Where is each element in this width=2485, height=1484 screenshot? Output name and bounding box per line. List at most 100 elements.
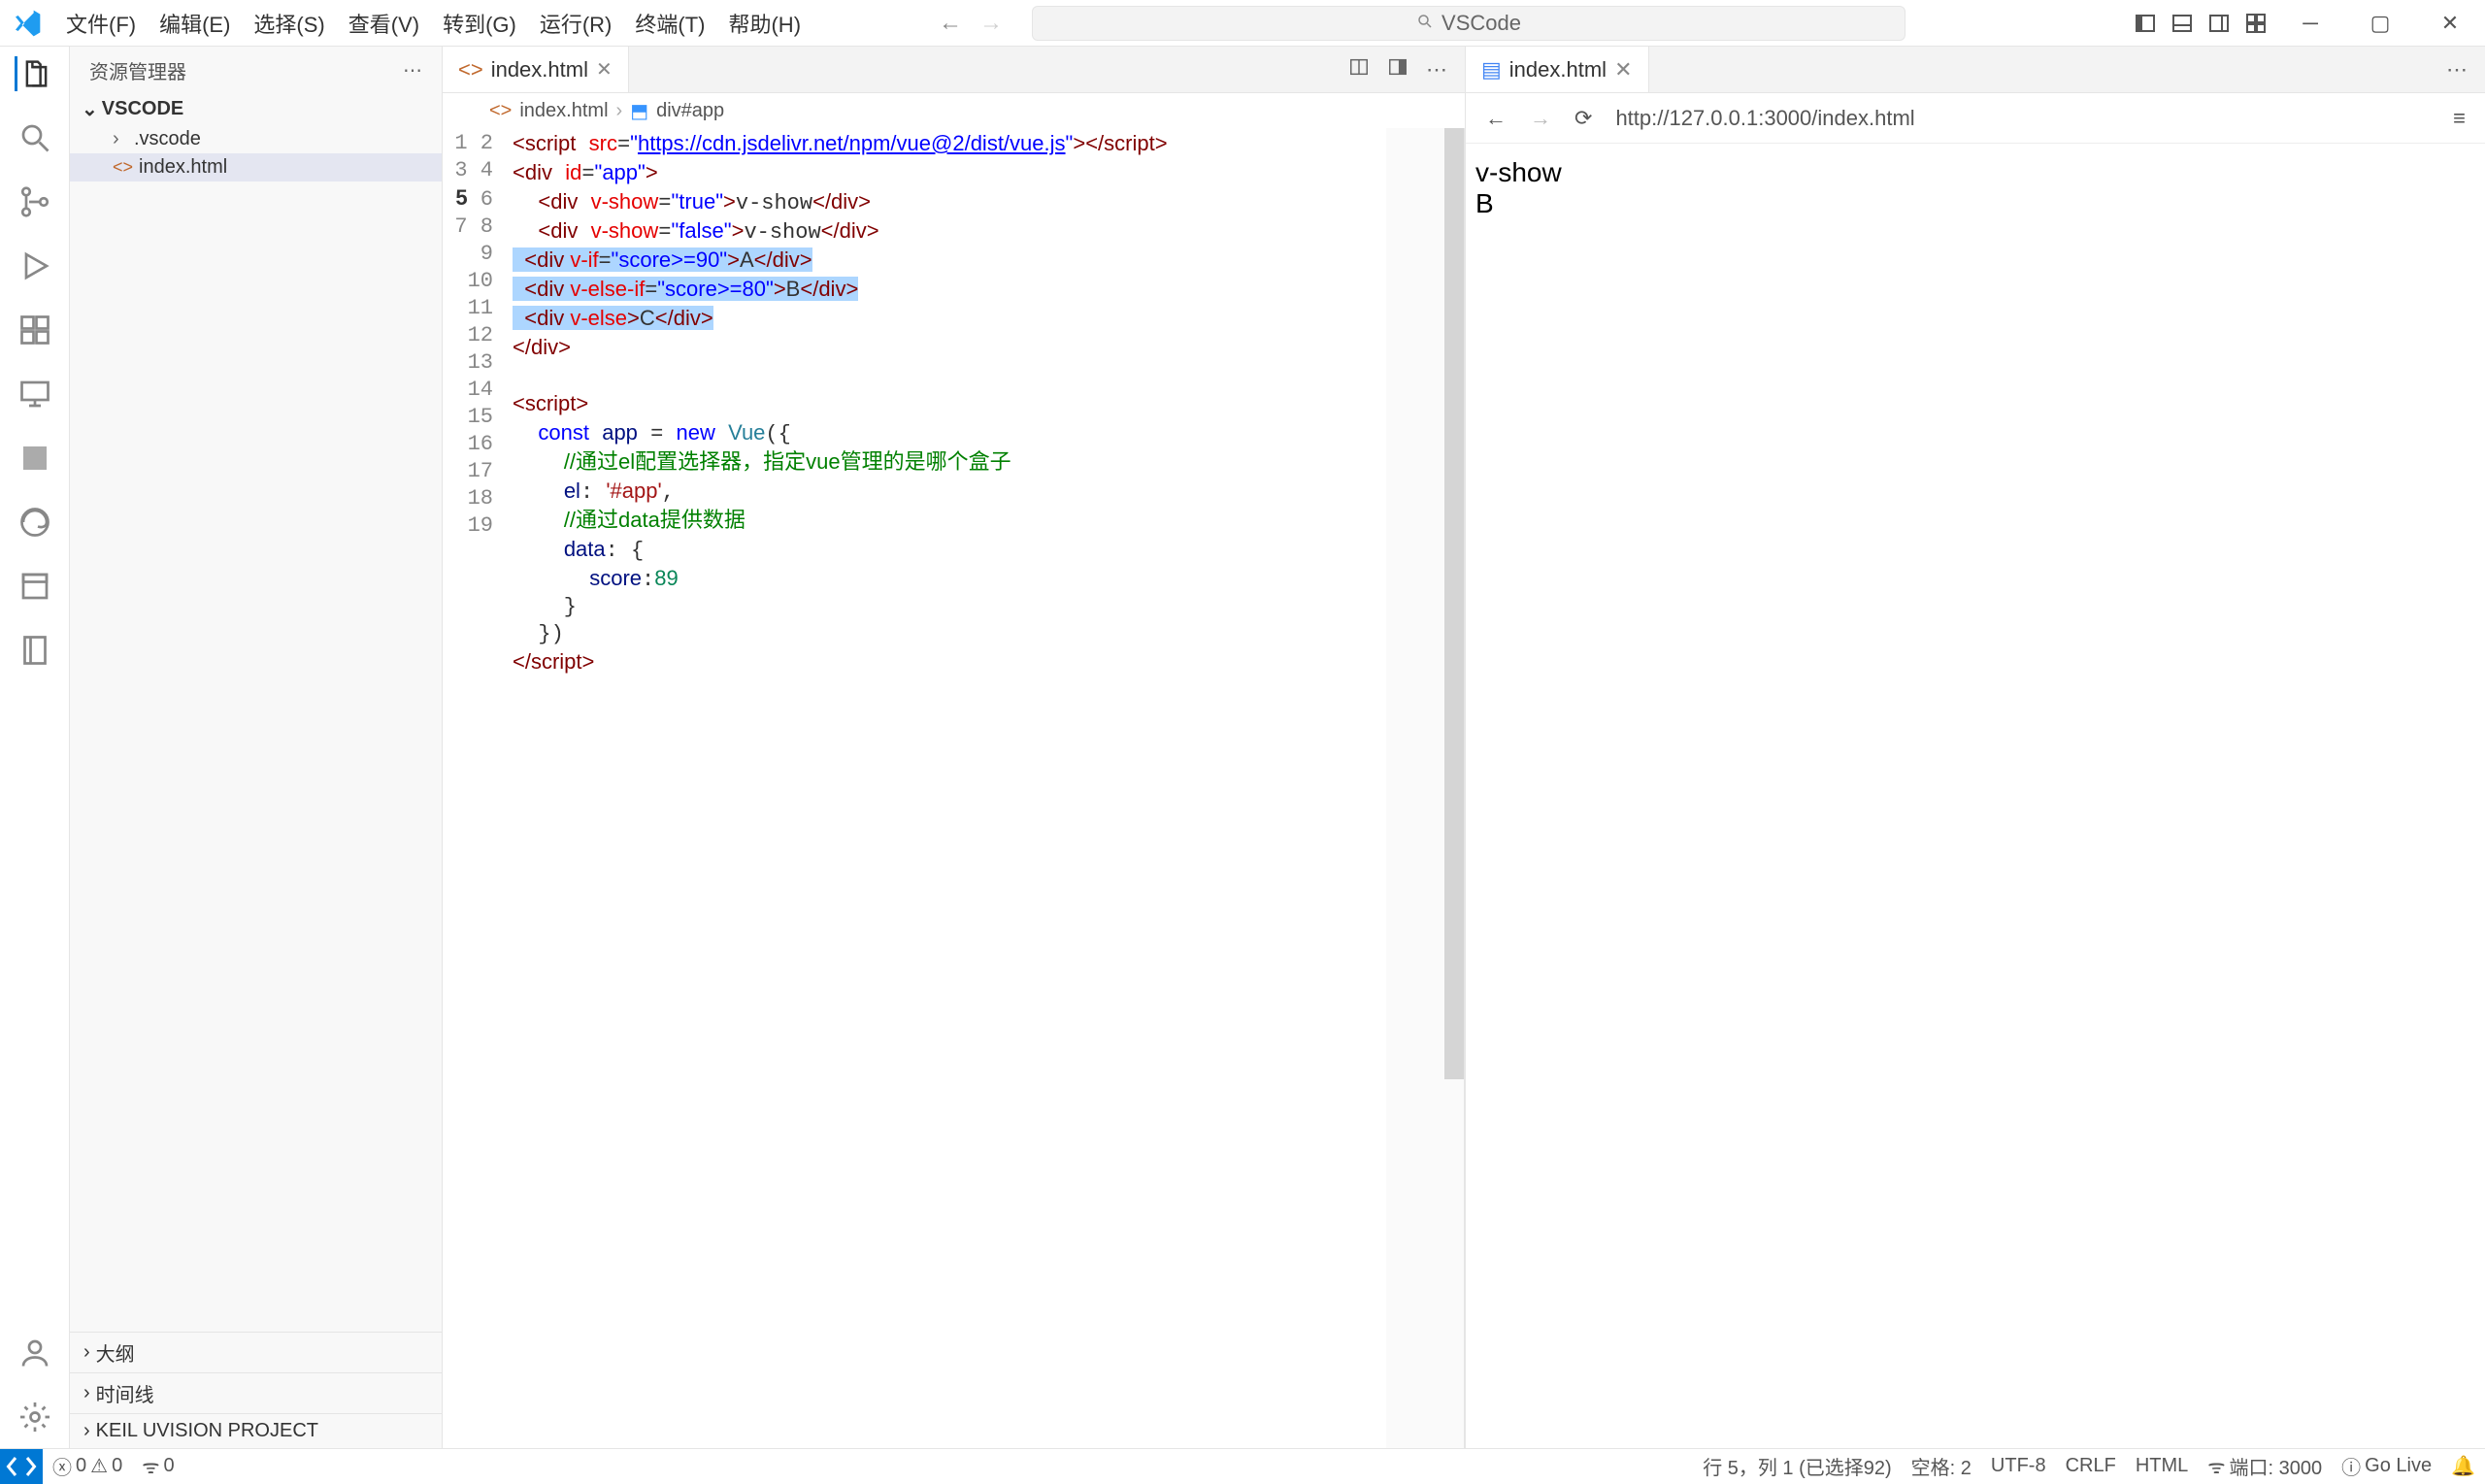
breadcrumb-symbol: div#app: [656, 100, 724, 122]
toggle-panel-icon[interactable]: [2170, 12, 2194, 35]
html-file-icon: <>: [489, 100, 512, 122]
tree-item-label: index.html: [139, 156, 227, 179]
menu-edit[interactable]: 编辑(E): [148, 8, 242, 39]
menu-file[interactable]: 文件(F): [54, 8, 148, 39]
command-center-search[interactable]: VSCode: [1032, 6, 1905, 41]
chevron-right-icon: ›: [83, 1341, 90, 1364]
remote-indicator[interactable]: [0, 1449, 43, 1484]
extensions-icon[interactable]: [17, 313, 52, 347]
preview-tab-index[interactable]: ▤ index.html ✕: [1466, 47, 1649, 92]
status-eol[interactable]: CRLF: [2056, 1455, 2126, 1477]
status-problems[interactable]: ⓧ0 ⚠0: [43, 1452, 132, 1480]
preview-line: v-show: [1475, 157, 2475, 188]
chevron-down-icon: ⌄: [82, 97, 98, 121]
symbol-icon: ⬒: [630, 99, 648, 123]
chevron-right-icon: ›: [616, 100, 623, 122]
settings-gear-icon[interactable]: [17, 1400, 52, 1435]
chevron-right-icon: ›: [83, 1420, 90, 1442]
preview-icon: ▤: [1481, 57, 1502, 82]
timeline-section[interactable]: ›时间线: [70, 1372, 442, 1413]
remote-explorer-icon[interactable]: [17, 377, 52, 412]
menu-bar: 文件(F) 编辑(E) 选择(S) 查看(V) 转到(G) 运行(R) 终端(T…: [54, 8, 812, 39]
warning-icon: ⚠: [90, 1454, 108, 1478]
status-notifications-icon[interactable]: 🔔: [2441, 1454, 2485, 1478]
preview-content: v-show B: [1466, 144, 2485, 233]
error-icon: ⓧ: [52, 1452, 72, 1480]
code-editor[interactable]: <script src="https://cdn.jsdelivr.net/np…: [513, 128, 1464, 1448]
html-file-icon: <>: [113, 157, 133, 178]
edge-icon[interactable]: [17, 505, 52, 540]
breadcrumb-file: index.html: [519, 100, 608, 122]
menu-run[interactable]: 运行(R): [528, 8, 624, 39]
status-ports[interactable]: ᯤ0: [132, 1453, 183, 1479]
run-debug-icon[interactable]: [17, 248, 52, 283]
customize-layout-icon[interactable]: [2244, 12, 2268, 35]
breadcrumb[interactable]: <> index.html › ⬒ div#app: [443, 93, 1465, 128]
explorer-icon[interactable]: [15, 56, 52, 91]
radio-tower-icon: ᯤ: [142, 1453, 159, 1479]
menu-selection[interactable]: 选择(S): [242, 8, 336, 39]
keil-section[interactable]: ›KEIL UVISION PROJECT: [70, 1413, 442, 1448]
preview-line: B: [1475, 188, 2475, 219]
chevron-right-icon: ›: [83, 1382, 90, 1404]
status-golive[interactable]: ⓘGo Live: [2332, 1452, 2441, 1480]
menu-terminal[interactable]: 终端(T): [623, 8, 716, 39]
status-cursor[interactable]: 行 5，列 1 (已选择92): [1693, 1452, 1901, 1480]
tree-item-label: .vscode: [134, 128, 201, 150]
explorer-sidebar: 资源管理器 ⋯ ⌄ VSCODE › .vscode <> index.html…: [70, 47, 443, 1448]
book-icon[interactable]: [17, 633, 52, 668]
status-port[interactable]: ᯤ端口: 3000: [2198, 1452, 2332, 1480]
close-icon[interactable]: ✕: [596, 57, 613, 82]
menu-view[interactable]: 查看(V): [337, 8, 431, 39]
status-spaces[interactable]: 空格: 2: [1902, 1452, 1981, 1480]
accounts-icon[interactable]: [17, 1336, 52, 1370]
toggle-primary-sidebar-icon[interactable]: [2134, 12, 2157, 35]
toggle-secondary-sidebar-icon[interactable]: [2207, 12, 2231, 35]
search-placeholder: VSCode: [1441, 11, 1521, 36]
menu-go[interactable]: 转到(G): [431, 8, 528, 39]
search-icon: [1416, 11, 1434, 36]
folder-vscode[interactable]: › .vscode: [70, 125, 442, 153]
window-minimize-button[interactable]: ─: [2275, 0, 2345, 47]
nav-back-icon[interactable]: ←: [939, 10, 962, 37]
line-numbers: 1 2 3 4 5 6 7 8 9 10 11 12 13 14 15 16 1…: [443, 128, 513, 1448]
search-activity-icon[interactable]: [17, 120, 52, 155]
workspace-root[interactable]: ⌄ VSCODE: [70, 93, 442, 125]
browser-back-icon[interactable]: ←: [1485, 106, 1507, 131]
file-index-html[interactable]: <> index.html: [70, 153, 442, 181]
ext-cube-icon[interactable]: [17, 441, 52, 476]
project-icon[interactable]: [17, 569, 52, 604]
vscode-logo-icon: [12, 8, 43, 39]
menu-lines-icon[interactable]: ≡: [2453, 106, 2466, 131]
outline-section[interactable]: ›大纲: [70, 1332, 442, 1372]
browser-forward-icon[interactable]: →: [1530, 106, 1551, 131]
preview-url[interactable]: http://127.0.0.1:3000/index.html: [1615, 106, 2430, 131]
sidebar-title: 资源管理器: [89, 56, 186, 84]
split-editor-down-icon[interactable]: [1387, 56, 1408, 83]
chevron-right-icon: ›: [113, 128, 128, 150]
more-actions-icon[interactable]: ⋯: [2446, 57, 2468, 82]
title-bar: 文件(F) 编辑(E) 选择(S) 查看(V) 转到(G) 运行(R) 终端(T…: [0, 0, 2485, 47]
window-close-button[interactable]: ✕: [2415, 0, 2485, 47]
menu-help[interactable]: 帮助(H): [716, 8, 812, 39]
reload-icon[interactable]: ⟳: [1574, 106, 1592, 131]
preview-toolbar: ← → ⟳ http://127.0.0.1:3000/index.html ≡: [1466, 93, 2485, 144]
status-encoding[interactable]: UTF-8: [1981, 1455, 2056, 1477]
vertical-scrollbar[interactable]: [1444, 128, 1464, 1079]
tab-label: index.html: [491, 57, 588, 82]
preview-tab-label: index.html: [1509, 57, 1607, 82]
workspace-root-label: VSCODE: [102, 98, 183, 120]
status-language[interactable]: HTML: [2126, 1455, 2198, 1477]
tab-index-html[interactable]: <> index.html ✕: [443, 47, 629, 92]
more-actions-icon[interactable]: ⋯: [1426, 57, 1447, 82]
activity-bar: [0, 47, 70, 1448]
status-bar: ⓧ0 ⚠0 ᯤ0 行 5，列 1 (已选择92) 空格: 2 UTF-8 CRL…: [0, 1448, 2485, 1483]
nav-forward-icon[interactable]: →: [979, 10, 1003, 37]
split-editor-icon[interactable]: [1348, 56, 1370, 83]
source-control-icon[interactable]: [17, 184, 52, 219]
sidebar-more-icon[interactable]: ⋯: [403, 58, 422, 82]
editor-tabs: <> index.html ✕ ⋯: [443, 47, 1465, 93]
close-icon[interactable]: ✕: [1614, 57, 1632, 82]
window-maximize-button[interactable]: ▢: [2345, 0, 2415, 47]
preview-tabs: ▤ index.html ✕ ⋯: [1466, 47, 2485, 93]
